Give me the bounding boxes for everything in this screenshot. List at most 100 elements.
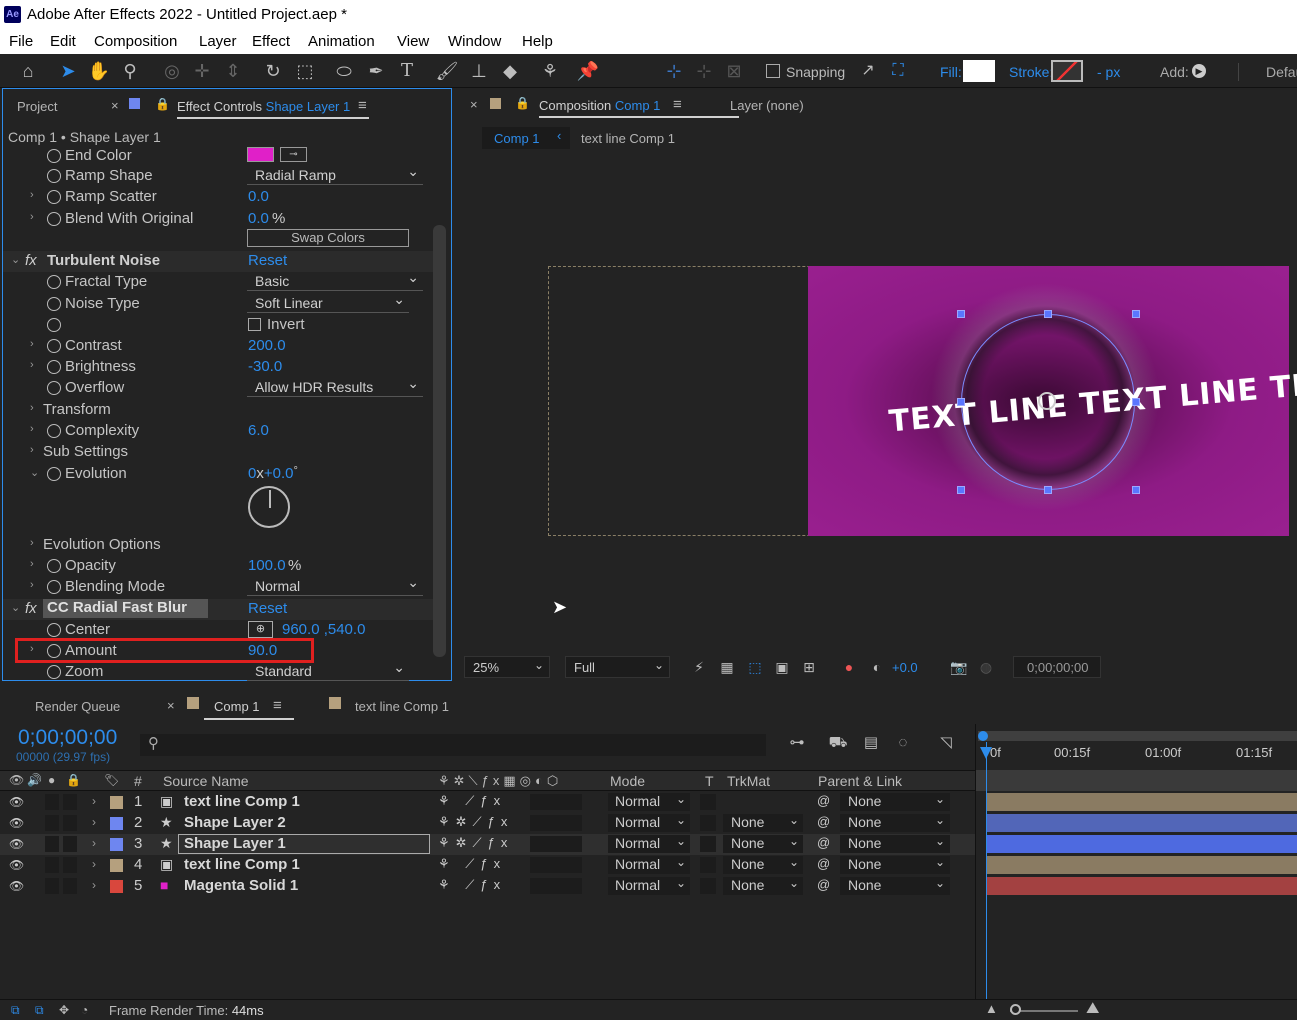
- ramp-shape-dropdown[interactable]: Radial Ramp: [247, 163, 423, 185]
- zoom-out-icon[interactable]: ▲: [985, 1001, 998, 1016]
- anchor-point-icon[interactable]: [1038, 392, 1056, 410]
- lock-switch[interactable]: [63, 878, 77, 894]
- menu-composition[interactable]: Composition: [94, 33, 177, 50]
- reset-link[interactable]: Reset: [248, 252, 287, 269]
- tab-layer[interactable]: Layer (none): [730, 98, 804, 113]
- visibility-eye-icon[interactable]: 👁: [9, 858, 24, 872]
- layer-search-input[interactable]: [140, 734, 766, 756]
- layer-label-color[interactable]: [110, 859, 123, 872]
- layer-switches[interactable]: ⚘ ⟋ƒx: [438, 877, 506, 893]
- layer-switch-boxes[interactable]: [530, 857, 582, 873]
- solo-switch[interactable]: [45, 794, 59, 810]
- visibility-eye-icon[interactable]: 👁: [9, 879, 24, 893]
- panel-menu-icon[interactable]: ≡: [358, 97, 367, 114]
- label-tag-icon[interactable]: 🏷: [104, 773, 119, 787]
- bbox-handle[interactable]: [1044, 486, 1052, 494]
- puppet-pin-icon[interactable]: 📌: [576, 59, 600, 83]
- layer-source-name[interactable]: Magenta Solid 1: [184, 877, 298, 894]
- layer-source-name[interactable]: text line Comp 1: [184, 856, 300, 873]
- close-tab-icon[interactable]: ×: [167, 698, 175, 713]
- layer-duration-bar[interactable]: [986, 835, 1297, 853]
- col-source-name[interactable]: Source Name: [163, 773, 249, 789]
- render-time-icon[interactable]: ◔: [81, 1003, 88, 1017]
- parent-dropdown[interactable]: None: [840, 793, 950, 811]
- effect-controls-scrollbar[interactable]: [433, 225, 446, 657]
- roto-brush-icon[interactable]: ⚘: [538, 59, 562, 83]
- selection-tool-icon[interactable]: ➤: [56, 59, 80, 83]
- layer-switch-boxes[interactable]: [530, 794, 582, 810]
- layer-switch-boxes[interactable]: [530, 836, 582, 852]
- stopwatch-icon[interactable]: [47, 339, 61, 353]
- end-color-swatch[interactable]: [247, 147, 274, 162]
- lock-icon[interactable]: 🔒: [515, 96, 530, 110]
- pick-whip-icon[interactable]: @: [817, 793, 830, 808]
- reset-link[interactable]: Reset: [248, 600, 287, 617]
- preserve-transparency-box[interactable]: [700, 815, 716, 831]
- tab-project[interactable]: Project: [17, 99, 57, 114]
- orbit-camera-icon[interactable]: ◎: [160, 59, 184, 83]
- brightness-value[interactable]: -30.0: [248, 358, 282, 375]
- layer-row[interactable]: 👁 › 2 ★ Shape Layer 2 ⚘✲⟋ƒx Normal ⌄ None ⌄ @ None ⌄: [0, 813, 975, 834]
- menu-window[interactable]: Window: [448, 33, 501, 50]
- clone-stamp-icon[interactable]: ⊥: [467, 59, 491, 83]
- channel-icon[interactable]: ●: [837, 655, 861, 679]
- current-time-display[interactable]: 0;00;00;00: [1013, 656, 1101, 678]
- region-of-interest-icon[interactable]: ▣: [770, 655, 794, 679]
- parent-dropdown[interactable]: None: [840, 814, 950, 832]
- add-play-icon[interactable]: ▶: [1192, 64, 1206, 78]
- evolution-dial[interactable]: [248, 486, 290, 528]
- bbox-handle[interactable]: [1132, 398, 1140, 406]
- grid-guides-icon[interactable]: ⊞: [797, 655, 821, 679]
- chevron-right-icon[interactable]: ›: [30, 423, 34, 435]
- stopwatch-icon[interactable]: [47, 360, 61, 374]
- stopwatch-icon[interactable]: [47, 580, 61, 594]
- menu-view[interactable]: View: [397, 33, 429, 50]
- timeline-current-time[interactable]: 0;00;00;00: [18, 726, 117, 750]
- solo-switch[interactable]: [45, 878, 59, 894]
- stopwatch-icon[interactable]: [47, 275, 61, 289]
- layer-switches-icon[interactable]: ⧉: [11, 1003, 20, 1018]
- crosshair-icon[interactable]: ⊕: [248, 621, 273, 638]
- panel-menu-icon[interactable]: ≡: [673, 96, 682, 113]
- zoom-in-icon[interactable]: ⛰: [1086, 1000, 1099, 1018]
- view-axis-icon[interactable]: ⊠: [722, 59, 746, 83]
- stopwatch-icon[interactable]: [47, 424, 61, 438]
- chevron-right-icon[interactable]: ›: [92, 794, 96, 808]
- stopwatch-icon[interactable]: [47, 318, 61, 332]
- zoom-tool-icon[interactable]: ⚲: [118, 59, 142, 83]
- mask-visibility-icon[interactable]: ⬚: [743, 655, 767, 679]
- lock-switch[interactable]: [63, 794, 77, 810]
- layer-switches[interactable]: ⚘✲⟋ƒx: [438, 835, 513, 851]
- fill-swatch[interactable]: [963, 60, 995, 82]
- layer-switch-boxes[interactable]: [530, 878, 582, 894]
- ellipse-tool-icon[interactable]: ⬭: [332, 59, 356, 83]
- layer-duration-bar[interactable]: [986, 814, 1297, 832]
- evolution-value[interactable]: 0x+0.0°: [248, 465, 298, 482]
- home-icon[interactable]: ⌂: [16, 59, 40, 83]
- dolly-camera-icon[interactable]: ⇕: [221, 59, 245, 83]
- snapshot-camera-icon[interactable]: 📷: [947, 655, 971, 679]
- snapping-checkbox[interactable]: [766, 64, 780, 78]
- menu-layer[interactable]: Layer: [199, 33, 237, 50]
- stopwatch-icon[interactable]: [47, 559, 61, 573]
- lock-switch[interactable]: [63, 815, 77, 831]
- comp-flowchart-icon[interactable]: ⊶: [785, 731, 809, 755]
- preserve-transparency-box[interactable]: [700, 836, 716, 852]
- snap-edges-icon[interactable]: ↗: [856, 59, 880, 83]
- chevron-down-icon[interactable]: ⌄: [11, 253, 20, 266]
- parent-dropdown[interactable]: None: [840, 856, 950, 874]
- chevron-right-icon[interactable]: ›: [30, 211, 34, 223]
- stopwatch-icon[interactable]: [47, 190, 61, 204]
- work-area-start-handle[interactable]: [978, 731, 988, 741]
- layer-duration-bar[interactable]: [986, 856, 1297, 874]
- layer-label-color[interactable]: [110, 796, 123, 809]
- contrast-value[interactable]: 200.0: [248, 337, 286, 354]
- menu-animation[interactable]: Animation: [308, 33, 375, 50]
- lock-icon[interactable]: 🔒: [155, 97, 170, 111]
- audio-icon[interactable]: 🔊: [27, 773, 42, 787]
- stopwatch-icon[interactable]: [47, 169, 61, 183]
- center-value[interactable]: 960.0 ,540.0: [282, 621, 365, 638]
- stroke-swatch[interactable]: [1051, 60, 1083, 82]
- chevron-right-icon[interactable]: ›: [30, 444, 34, 456]
- close-tab-icon[interactable]: ×: [111, 98, 119, 113]
